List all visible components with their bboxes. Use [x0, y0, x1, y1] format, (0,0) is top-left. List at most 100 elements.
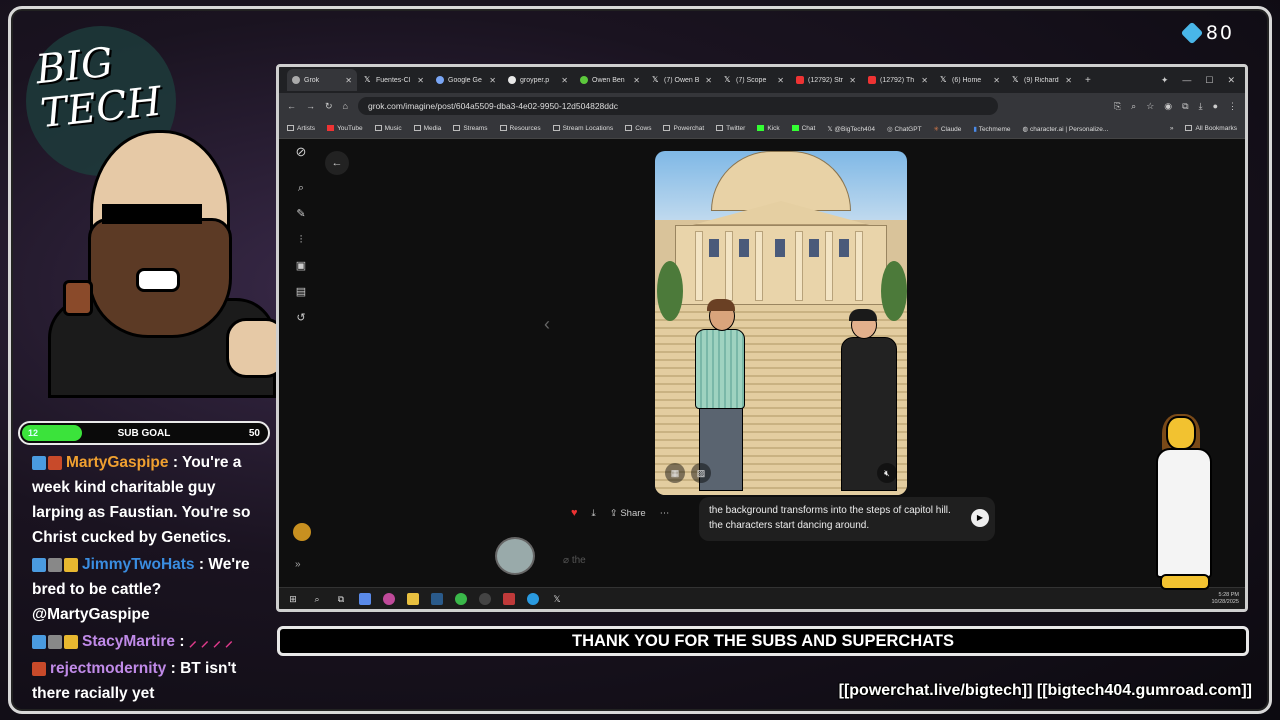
obs-icon[interactable]: [383, 592, 395, 605]
bookmark-item[interactable]: 𝕏 @BigTech404: [827, 125, 875, 133]
install-icon[interactable]: ⎘: [1114, 101, 1121, 112]
download-icon[interactable]: ⤓: [592, 508, 596, 519]
chat-username[interactable]: MartyGaspipe: [66, 454, 169, 471]
assistant-icon[interactable]: ✦: [1161, 75, 1169, 86]
forward-icon[interactable]: →: [306, 101, 315, 111]
close-window-icon[interactable]: ✕: [1227, 75, 1235, 86]
back-icon[interactable]: ←: [287, 101, 296, 111]
close-icon[interactable]: ✕: [705, 76, 712, 85]
tab-grok[interactable]: Grok ✕: [287, 69, 357, 91]
home-icon[interactable]: ⌂: [343, 101, 348, 111]
tab-scope[interactable]: 𝕏 (7) Scope ✕: [719, 69, 789, 91]
thumbnail-avatar[interactable]: [495, 537, 535, 575]
close-icon[interactable]: ✕: [345, 76, 352, 85]
steam-icon[interactable]: [431, 592, 443, 605]
bookmark-item[interactable]: Stream Locations: [552, 125, 613, 132]
bookmark-star-icon[interactable]: ☆: [1146, 101, 1154, 112]
close-icon[interactable]: ✕: [993, 76, 1000, 85]
search-icon[interactable]: ⌕: [294, 181, 308, 195]
bookmark-item[interactable]: Kick: [757, 125, 780, 132]
bookmark-label: ChatGPT: [894, 125, 922, 133]
grok-app-icon[interactable]: [479, 592, 491, 605]
close-icon[interactable]: ✕: [1065, 76, 1072, 85]
bookmark-item[interactable]: Chat: [791, 125, 815, 132]
chat-username[interactable]: StacyMartire: [82, 633, 175, 650]
bookmark-item[interactable]: Streams: [453, 125, 488, 132]
close-icon[interactable]: ✕: [489, 76, 496, 85]
compose-input[interactable]: ⌀ the: [555, 549, 1055, 573]
bookmark-item[interactable]: ◎ ChatGPT: [887, 125, 922, 133]
chat-username[interactable]: rejectmodernity: [50, 660, 166, 677]
extensions-icon[interactable]: ⧉: [1182, 101, 1188, 112]
tab-owen-b[interactable]: 𝕏 (7) Owen B ✕: [647, 69, 717, 91]
close-icon[interactable]: ✕: [777, 76, 784, 85]
copilot-icon[interactable]: [359, 592, 371, 605]
close-icon[interactable]: ✕: [561, 76, 568, 85]
all-bookmarks[interactable]: All Bookmarks: [1185, 125, 1237, 132]
tab-home[interactable]: 𝕏 (6) Home ✕: [935, 69, 1005, 91]
edit-icon[interactable]: ✎: [294, 207, 308, 221]
zoom-icon[interactable]: ⌕: [1131, 101, 1136, 112]
reload-icon[interactable]: ↻: [325, 101, 333, 112]
file-explorer-icon[interactable]: [407, 592, 419, 605]
bookmark-item[interactable]: Artists: [287, 125, 315, 132]
bookmarks-overflow-icon[interactable]: »: [1170, 125, 1174, 132]
imagine-icon[interactable]: ▣: [294, 259, 308, 273]
task-view-icon[interactable]: ⧉: [335, 593, 347, 605]
close-icon[interactable]: ✕: [849, 76, 856, 85]
tab-youtube-1[interactable]: (12792) Str ✕: [791, 69, 861, 91]
menu-icon[interactable]: ⋮: [1228, 101, 1237, 112]
minimize-icon[interactable]: —: [1182, 75, 1191, 86]
bookmark-item[interactable]: ✳ Claude: [934, 125, 962, 133]
bookmark-item[interactable]: ◍ character.ai | Personalize...: [1022, 125, 1108, 133]
bookmark-item[interactable]: Resources: [499, 125, 541, 132]
generated-video[interactable]: ▦ ▨ 🔇︎: [655, 151, 907, 495]
attach-icon[interactable]: ⌀: [563, 555, 572, 566]
back-button[interactable]: ←: [325, 151, 349, 175]
profile-icon[interactable]: ●: [1213, 101, 1218, 112]
kick-icon: [757, 125, 765, 132]
like-icon[interactable]: ♥: [571, 507, 578, 519]
downloads-icon[interactable]: ⤓: [1199, 101, 1203, 112]
close-icon[interactable]: ✕: [633, 76, 640, 85]
app-icon[interactable]: [503, 592, 515, 605]
bookmark-item[interactable]: YouTube: [327, 125, 363, 132]
search-icon[interactable]: ⌕: [311, 593, 323, 605]
grok-logo-icon[interactable]: ⊘: [294, 145, 308, 159]
tab-google-gemini[interactable]: Google Ge ✕: [431, 69, 501, 91]
play-icon[interactable]: ▶: [971, 509, 989, 527]
bookmark-item[interactable]: Media: [413, 125, 441, 132]
close-icon[interactable]: ✕: [921, 76, 928, 85]
image-icon[interactable]: ▨: [691, 463, 711, 483]
voice-icon[interactable]: ⫶: [294, 233, 308, 247]
previous-arrow-icon[interactable]: ‹: [544, 314, 550, 335]
projects-icon[interactable]: ▤: [294, 285, 308, 299]
tab-groyper[interactable]: groyper.p ✕: [503, 69, 573, 91]
x-icon[interactable]: 𝕏: [551, 593, 563, 605]
tab-youtube-2[interactable]: (12792) Th ✕: [863, 69, 933, 91]
bookmark-item[interactable]: Cows: [625, 125, 651, 132]
maximize-icon[interactable]: ☐: [1205, 75, 1213, 86]
history-icon[interactable]: ↺: [294, 311, 308, 325]
close-icon[interactable]: ✕: [417, 76, 424, 85]
tab-fuentes[interactable]: 𝕏 Fuentes-Cl ✕: [359, 69, 429, 91]
tab-richard[interactable]: 𝕏 (9) Richard ✕: [1007, 69, 1077, 91]
bookmark-item[interactable]: ▮ Techmeme: [973, 125, 1010, 133]
extension-icon[interactable]: ◉: [1164, 101, 1172, 112]
more-options-icon[interactable]: ⋯: [660, 508, 670, 519]
new-tab-button[interactable]: +: [1079, 75, 1091, 86]
grid-icon[interactable]: ▦: [665, 463, 685, 483]
telegram-icon[interactable]: [527, 592, 539, 605]
url-field[interactable]: grok.com/imagine/post/604a5509-dba3-4e02…: [357, 97, 998, 115]
user-avatar[interactable]: [293, 523, 311, 541]
bookmark-item[interactable]: Music: [374, 125, 402, 132]
windows-start-icon[interactable]: ⊞: [287, 593, 299, 605]
chat-username[interactable]: JimmyTwoHats: [82, 556, 195, 573]
bookmark-item[interactable]: Twitter: [716, 125, 745, 132]
tab-owen-ben[interactable]: Owen Ben ✕: [575, 69, 645, 91]
chrome-icon[interactable]: [455, 592, 467, 605]
mute-icon[interactable]: 🔇︎: [877, 463, 897, 483]
share-button[interactable]: ⇪ Share: [610, 508, 646, 519]
expand-sidebar-icon[interactable]: »: [295, 559, 301, 570]
bookmark-item[interactable]: Powerchat: [663, 125, 704, 132]
